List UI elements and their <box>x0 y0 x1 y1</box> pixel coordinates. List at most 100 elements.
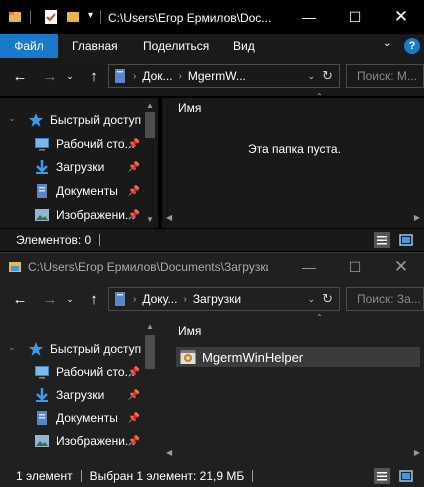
pictures-icon <box>34 207 50 223</box>
address-bar[interactable]: › Доку... › Загрузки ⌄ ↻ <box>108 287 340 311</box>
navigation-scrollbar[interactable]: ▲ ▼ <box>142 98 158 228</box>
explorer-window-1: ▾ C:\Users\Егор Ермилов\Doc... — ☐ ✕ Фай… <box>0 0 424 252</box>
large-icons-view-icon[interactable] <box>398 468 414 484</box>
expand-icon[interactable]: ⌄ <box>8 113 16 124</box>
large-icons-view-icon[interactable] <box>398 232 414 248</box>
scroll-down-icon[interactable]: ▼ <box>142 212 158 226</box>
file-row[interactable]: MgermWinHelper <box>176 347 420 367</box>
nav-item-label: Загрузки <box>56 160 105 174</box>
breadcrumb-documents[interactable]: Доку... <box>142 292 177 306</box>
download-icon <box>34 159 50 175</box>
maximize-button[interactable]: ☐ <box>332 253 378 281</box>
breadcrumb-current-folder[interactable]: Загрузки <box>193 292 241 306</box>
column-header-name[interactable]: Имя <box>178 101 201 115</box>
file-list-pane: ⌃ Имя Эта папка пуста. ◀ ▶ <box>162 92 424 228</box>
separator <box>100 10 101 24</box>
breadcrumb-current-folder[interactable]: MgermW... <box>188 69 246 83</box>
application-icon <box>180 349 196 365</box>
refresh-icon[interactable]: ↻ <box>322 291 333 307</box>
nav-item-pictures[interactable]: Изображени... 📌 <box>34 430 142 452</box>
navigation-scrollbar[interactable]: ▲ <box>142 319 158 461</box>
tab-file[interactable]: Файл <box>0 34 58 58</box>
nav-item-label: Изображени... <box>56 434 135 448</box>
recent-locations-icon[interactable]: ⌄ <box>60 66 80 86</box>
recent-locations-icon[interactable]: ⌄ <box>60 289 80 309</box>
search-input[interactable]: Поиск: М... <box>346 64 424 88</box>
scroll-left-icon[interactable]: ◀ <box>166 213 172 222</box>
status-separator <box>99 234 101 246</box>
nav-item-desktop[interactable]: Рабочий сто... 📌 <box>34 133 142 155</box>
star-icon <box>28 341 44 357</box>
new-folder-icon[interactable] <box>66 10 80 24</box>
address-bar[interactable]: › Док... › MgermW... ⌄ ↻ <box>108 64 340 88</box>
scrollbar-thumb[interactable] <box>145 112 155 138</box>
pin-icon: 📌 <box>127 389 140 401</box>
download-icon <box>34 387 50 403</box>
scroll-up-icon[interactable]: ▲ <box>142 319 158 333</box>
minimize-button[interactable]: — <box>286 253 332 281</box>
search-input[interactable]: Поиск: За... <box>346 287 424 311</box>
status-bar: 1 элемент Выбран 1 элемент: 21,9 МБ <box>0 465 424 487</box>
quick-access-dropdown-icon[interactable]: ▾ <box>88 10 93 21</box>
tab-view[interactable]: Вид <box>233 34 255 58</box>
navigation-bar: ← → ⌄ ↑ › Док... › MgermW... ⌄ ↻ Поиск: … <box>0 58 424 96</box>
scroll-right-icon[interactable]: ▶ <box>414 448 420 457</box>
expand-icon[interactable]: ⌄ <box>8 342 16 353</box>
breadcrumb-documents[interactable]: Док... <box>142 69 172 83</box>
address-dropdown-icon[interactable]: ⌄ <box>307 294 315 305</box>
file-name: MgermWinHelper <box>202 349 304 365</box>
address-dropdown-icon[interactable]: ⌄ <box>307 71 315 82</box>
column-header-name[interactable]: Имя <box>178 324 201 338</box>
pin-icon: 📌 <box>127 161 140 173</box>
expand-ribbon-icon[interactable]: ⌄ <box>383 38 391 49</box>
details-view-icon[interactable] <box>374 468 390 484</box>
nav-item-quick-access[interactable]: Быстрый доступ <box>28 338 141 360</box>
close-button[interactable]: ✕ <box>378 253 424 281</box>
up-arrow-icon[interactable]: ↑ <box>84 66 104 86</box>
nav-item-label: Загрузки <box>56 388 105 402</box>
sort-up-icon: ⌃ <box>316 92 323 101</box>
title-bar[interactable]: C:\Users\Егор Ермилов\Documents\Загрузки… <box>0 253 424 281</box>
forward-arrow-icon[interactable]: → <box>40 66 60 86</box>
status-item-count: Элементов: 0 <box>16 233 92 247</box>
pin-icon: 📌 <box>127 209 140 221</box>
tab-share[interactable]: Поделиться <box>143 34 209 58</box>
status-separator <box>252 470 254 482</box>
scrollbar-thumb[interactable] <box>145 335 155 369</box>
nav-item-downloads[interactable]: Загрузки 📌 <box>34 384 142 406</box>
explorer-window-2: C:\Users\Егор Ермилов\Documents\Загрузки… <box>0 252 424 487</box>
back-arrow-icon[interactable]: ← <box>10 66 30 86</box>
scroll-up-icon[interactable]: ▲ <box>142 98 158 112</box>
help-icon[interactable]: ? <box>404 38 420 54</box>
navigation-pane: ⌄ Быстрый доступ Рабочий сто... 📌 Загруз… <box>0 98 158 228</box>
desktop-icon <box>34 136 50 152</box>
maximize-button[interactable]: ☐ <box>332 0 378 34</box>
close-button[interactable]: ✕ <box>378 0 424 34</box>
details-view-icon[interactable] <box>374 232 390 248</box>
documents-icon <box>34 410 50 426</box>
documents-icon <box>113 68 127 84</box>
back-arrow-icon[interactable]: ← <box>10 289 30 309</box>
pin-icon: 📌 <box>127 138 140 150</box>
file-list-pane: ⌃ Имя MgermWinHelper ◀ ▶ <box>162 313 424 461</box>
desktop-icon <box>34 364 50 380</box>
tab-home[interactable]: Главная <box>72 34 118 58</box>
nav-item-desktop[interactable]: Рабочий сто... 📌 <box>34 361 142 383</box>
title-bar[interactable]: ▾ C:\Users\Егор Ермилов\Doc... — ☐ ✕ <box>0 0 424 34</box>
horizontal-scrollbar[interactable]: ◀ ▶ <box>162 447 424 461</box>
forward-arrow-icon[interactable]: → <box>40 289 60 309</box>
sort-up-icon: ⌃ <box>316 313 323 322</box>
nav-item-quick-access[interactable]: Быстрый доступ <box>28 109 142 131</box>
refresh-icon[interactable]: ↻ <box>322 68 333 84</box>
properties-icon[interactable] <box>44 9 58 25</box>
up-arrow-icon[interactable]: ↑ <box>84 289 104 309</box>
nav-item-label: Быстрый доступ <box>50 113 142 127</box>
scroll-left-icon[interactable]: ◀ <box>166 448 172 457</box>
scroll-right-icon[interactable]: ▶ <box>414 213 420 222</box>
nav-item-pictures[interactable]: Изображени... 📌 <box>34 204 142 226</box>
nav-item-documents[interactable]: Документы 📌 <box>34 407 142 429</box>
minimize-button[interactable]: — <box>286 0 332 34</box>
nav-item-documents[interactable]: Документы 📌 <box>34 180 142 202</box>
nav-item-downloads[interactable]: Загрузки 📌 <box>34 156 142 178</box>
horizontal-scrollbar[interactable]: ◀ ▶ <box>162 212 424 226</box>
